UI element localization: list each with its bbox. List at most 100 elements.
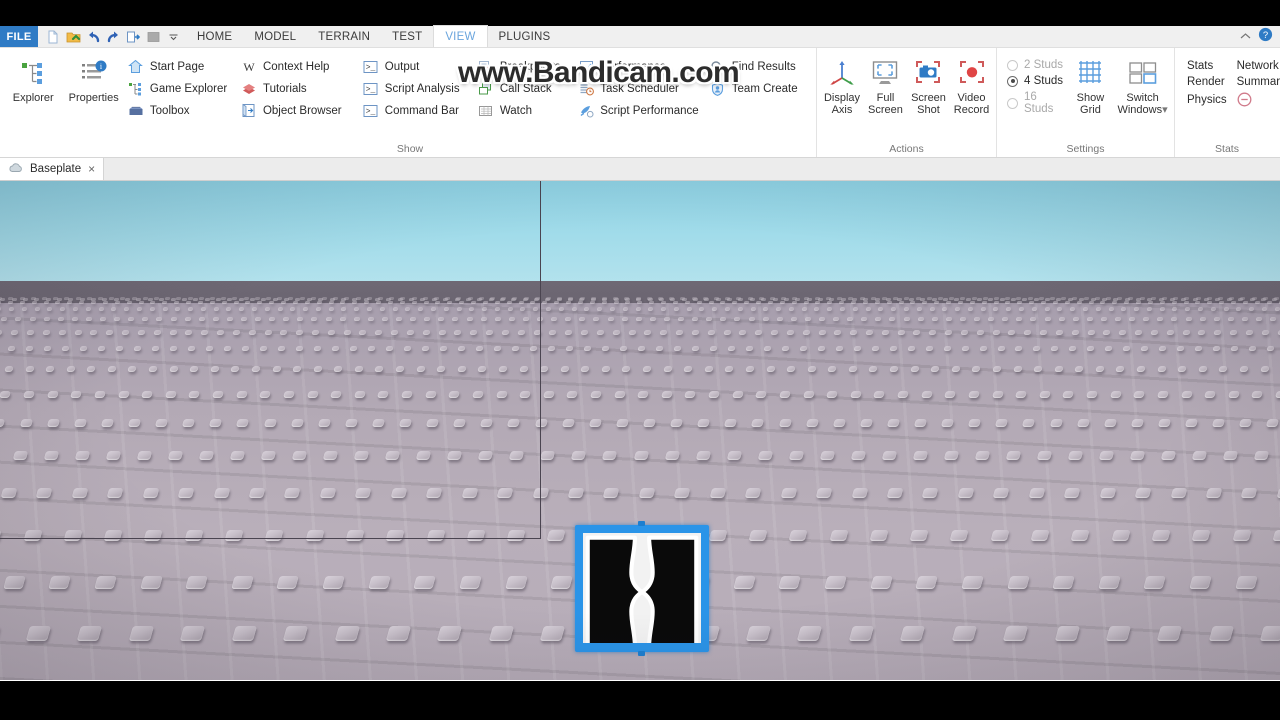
object-browser-item[interactable]: Object Browser bbox=[238, 100, 358, 121]
screen-root: FILE HOME MODEL TERRAIN TEST VIEW PLUGIN… bbox=[0, 0, 1280, 720]
script-performance-item[interactable]: Script Performance bbox=[575, 100, 705, 121]
color-swatch-icon[interactable] bbox=[144, 28, 162, 46]
object-browser-label: Object Browser bbox=[262, 104, 342, 117]
grid-4-studs-label: 4 Studs bbox=[1024, 75, 1063, 87]
radio-16-studs[interactable] bbox=[1007, 97, 1018, 109]
switch-windows-icon bbox=[1127, 57, 1159, 89]
breakpoints-item[interactable]: Breakpoints bbox=[475, 56, 573, 77]
summary-toggle[interactable]: Summary bbox=[1237, 76, 1280, 88]
render-toggle[interactable]: Render bbox=[1187, 76, 1227, 88]
place-cloud-icon bbox=[8, 162, 23, 176]
context-help-item[interactable]: W Context Help bbox=[238, 56, 358, 77]
output-item[interactable]: >_ Output bbox=[360, 56, 473, 77]
new-file-icon[interactable] bbox=[44, 28, 62, 46]
output-label: Output bbox=[384, 60, 420, 73]
grid-2-studs-option[interactable]: 2 Studs bbox=[1001, 59, 1066, 71]
explorer-button[interactable]: Explorer bbox=[4, 51, 62, 104]
explorer-label: Explorer bbox=[12, 92, 54, 104]
tab-home[interactable]: HOME bbox=[186, 26, 243, 47]
display-axis-icon bbox=[826, 57, 858, 89]
svg-text:W: W bbox=[243, 60, 255, 74]
radio-4-studs[interactable] bbox=[1007, 75, 1018, 87]
ribbon-group-settings: 2 Studs 4 Studs 16 Studs Show Grid Switc… bbox=[996, 48, 1174, 157]
full-screen-icon bbox=[869, 57, 901, 89]
screen-shot-button[interactable]: Screen Shot bbox=[908, 51, 949, 116]
show-col-1: Start Page Game Explorer Toolbox bbox=[125, 51, 236, 121]
svg-text:>_: >_ bbox=[366, 63, 376, 72]
grid-16-studs-label: 16 Studs bbox=[1024, 91, 1054, 115]
tab-model[interactable]: MODEL bbox=[243, 26, 307, 47]
watch-icon bbox=[478, 103, 494, 119]
ribbon-group-stats: Stats Network Render Summary Physics Sta… bbox=[1174, 48, 1280, 157]
physics-toggle[interactable]: Physics bbox=[1187, 92, 1227, 107]
document-tab-baseplate[interactable]: Baseplate × bbox=[0, 158, 105, 180]
redo-icon[interactable] bbox=[104, 28, 122, 46]
script-performance-icon bbox=[578, 103, 594, 119]
tab-terrain[interactable]: TERRAIN bbox=[307, 26, 381, 47]
chevron-up-icon[interactable] bbox=[1239, 28, 1252, 46]
radio-2-studs[interactable] bbox=[1007, 59, 1018, 71]
full-screen-button[interactable]: Full Screen bbox=[865, 51, 906, 116]
context-help-icon: W bbox=[241, 59, 257, 75]
document-tab-bar: Baseplate × bbox=[0, 158, 1280, 181]
script-analysis-item[interactable]: >_ Script Analysis bbox=[360, 78, 473, 99]
show-grid-button[interactable]: Show Grid bbox=[1068, 51, 1113, 116]
tutorials-item[interactable]: Tutorials bbox=[238, 78, 358, 99]
performance-item[interactable]: Performance bbox=[575, 56, 705, 77]
show-grid-label: Show Grid bbox=[1076, 92, 1105, 116]
show-col-4: Breakpoints Call Stack Watch bbox=[475, 51, 573, 121]
close-icon[interactable]: × bbox=[88, 163, 95, 175]
video-record-icon bbox=[956, 57, 988, 89]
open-folder-icon[interactable] bbox=[64, 28, 82, 46]
watch-item[interactable]: Watch bbox=[475, 100, 573, 121]
file-menu-button[interactable]: FILE bbox=[0, 26, 38, 47]
tutorials-book-icon bbox=[241, 81, 257, 97]
task-scheduler-item[interactable]: Task Scheduler bbox=[575, 78, 705, 99]
toolbox-item[interactable]: Toolbox bbox=[125, 100, 236, 121]
switch-windows-label: Switch Windows▾ bbox=[1117, 92, 1168, 116]
screen-shot-icon bbox=[912, 57, 944, 89]
show-group-label: Show bbox=[396, 143, 424, 155]
grid-size-radio-group: 2 Studs 4 Studs 16 Studs bbox=[1001, 51, 1066, 115]
start-page-label: Start Page bbox=[149, 60, 205, 73]
show-col-5: Performance Task Scheduler Script Perfor… bbox=[575, 51, 705, 121]
explorer-tree-icon bbox=[17, 57, 49, 89]
duplicate-icon[interactable] bbox=[124, 28, 142, 46]
tab-plugins[interactable]: PLUGINS bbox=[488, 26, 562, 47]
actions-group-label: Actions bbox=[889, 143, 924, 155]
grid-16-studs-option[interactable]: 16 Studs bbox=[1001, 91, 1066, 115]
start-page-item[interactable]: Start Page bbox=[125, 56, 236, 77]
display-axis-label: Display Axis bbox=[823, 92, 861, 116]
network-toggle[interactable]: Network bbox=[1237, 60, 1280, 72]
call-stack-item[interactable]: Call Stack bbox=[475, 78, 573, 99]
stats-toggle[interactable]: Stats bbox=[1187, 60, 1227, 72]
3d-viewport[interactable] bbox=[0, 181, 1280, 680]
ribbon-group-actions: Display Axis Full Screen Screen Shot Vid… bbox=[816, 48, 996, 157]
team-create-item[interactable]: Team Create bbox=[707, 78, 812, 99]
find-results-icon bbox=[710, 59, 726, 75]
help-icon[interactable]: ? bbox=[1258, 27, 1273, 47]
document-tab-label: Baseplate bbox=[30, 163, 82, 175]
tab-test[interactable]: TEST bbox=[381, 26, 433, 47]
letterbox-top bbox=[0, 0, 1280, 26]
svg-text:>_: >_ bbox=[366, 107, 376, 116]
game-explorer-icon bbox=[128, 81, 144, 97]
video-record-button[interactable]: Video Record bbox=[951, 51, 992, 116]
svg-text:?: ? bbox=[1263, 30, 1268, 41]
display-axis-button[interactable]: Display Axis bbox=[821, 51, 863, 116]
grid-4-studs-option[interactable]: 4 Studs bbox=[1001, 75, 1066, 87]
undo-icon[interactable] bbox=[84, 28, 102, 46]
tab-view[interactable]: VIEW bbox=[433, 25, 488, 47]
toolbox-icon bbox=[128, 103, 144, 119]
ribbon-tabs: HOME MODEL TERRAIN TEST VIEW PLUGINS bbox=[186, 25, 562, 47]
switch-windows-button[interactable]: Switch Windows▾ bbox=[1115, 51, 1170, 116]
minus-circle-icon[interactable] bbox=[1237, 92, 1280, 107]
find-results-item[interactable]: Find Results bbox=[707, 56, 812, 77]
performance-label: Performance bbox=[600, 60, 667, 73]
chevron-down-icon[interactable] bbox=[164, 28, 182, 46]
properties-list-icon: i bbox=[78, 57, 110, 89]
properties-button[interactable]: i Properties bbox=[64, 51, 122, 104]
game-explorer-item[interactable]: Game Explorer bbox=[125, 78, 236, 99]
command-bar-item[interactable]: >_ Command Bar bbox=[360, 100, 473, 121]
quick-access-buttons bbox=[38, 26, 186, 47]
